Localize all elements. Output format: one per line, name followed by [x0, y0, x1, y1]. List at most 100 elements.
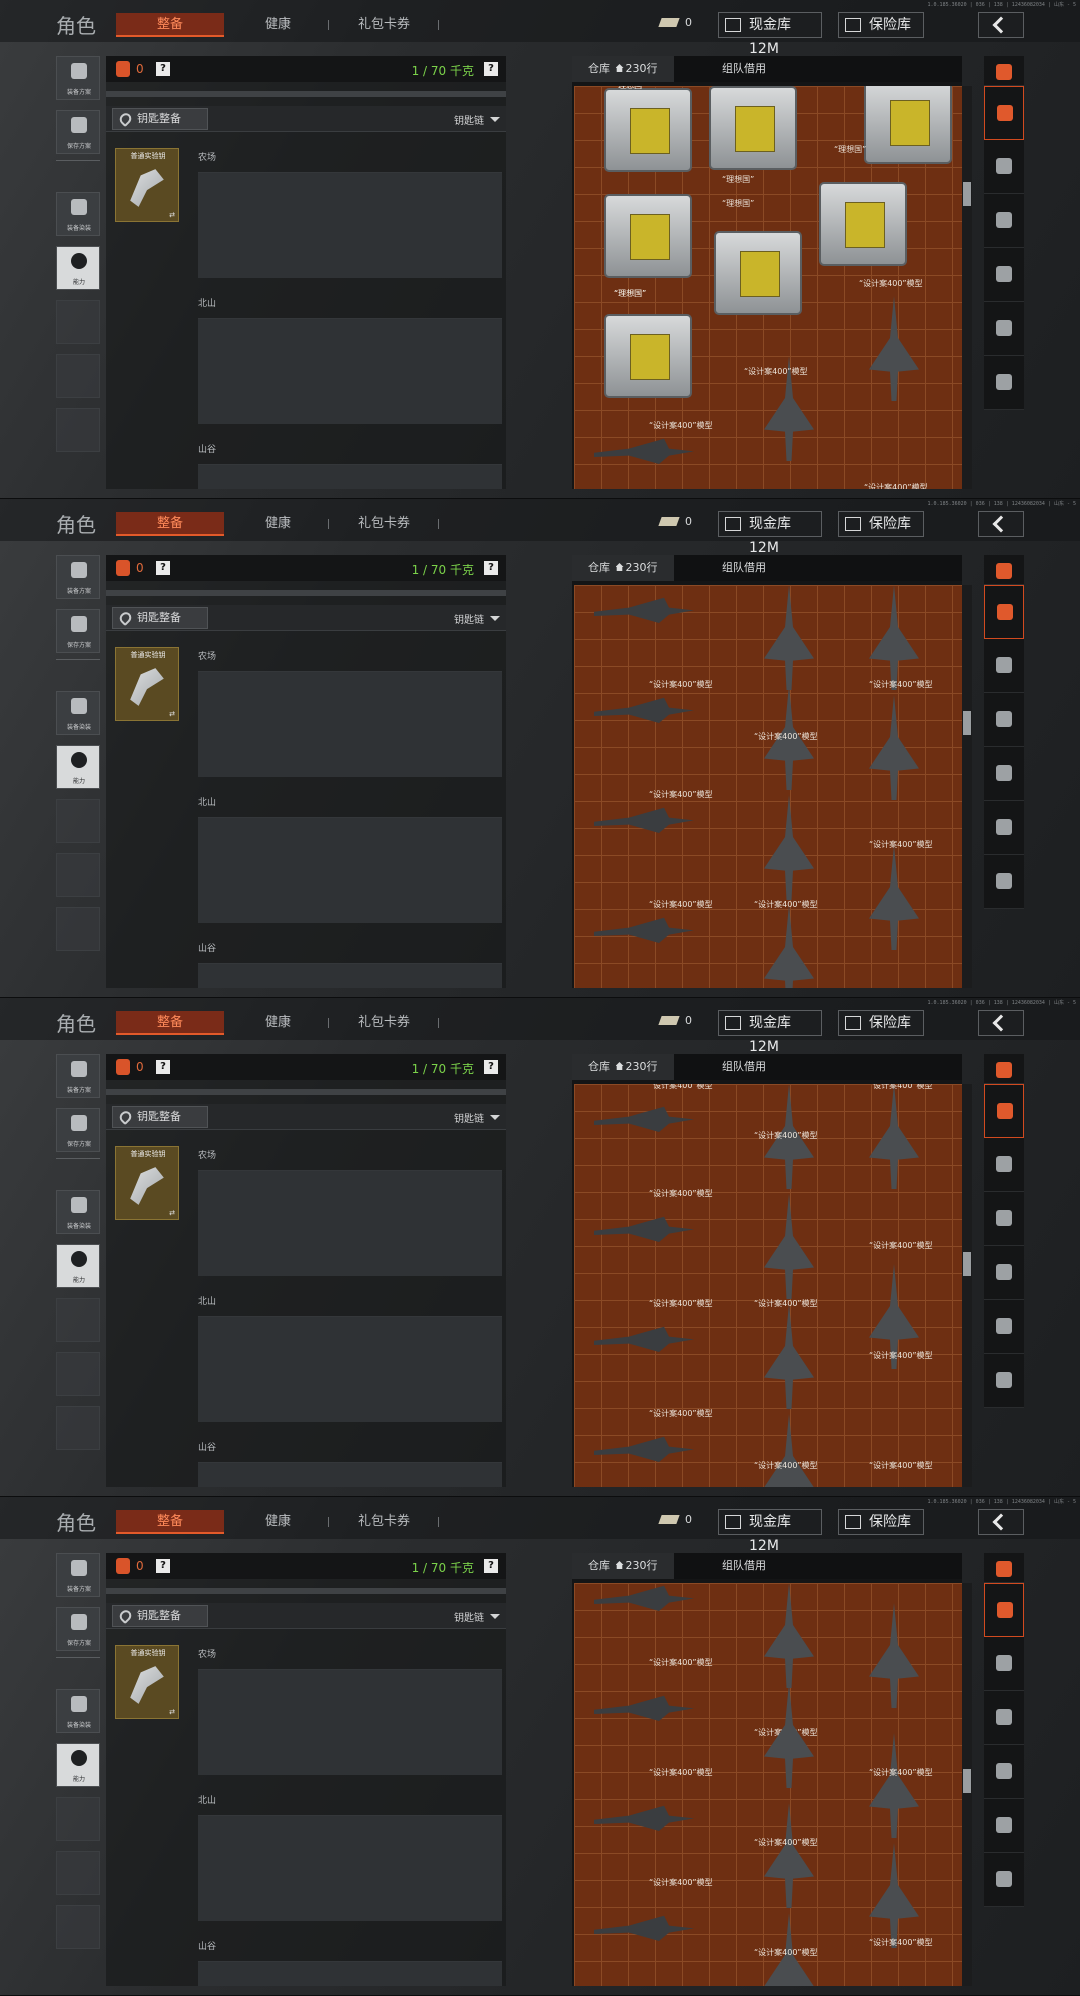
tab-category-misc[interactable] [984, 1853, 1024, 1907]
keychain-dropdown[interactable]: 钥匙链 [454, 611, 500, 626]
tab-gift-cards[interactable]: 礼包卡券 [358, 1011, 410, 1035]
weight-help-icon[interactable]: ? [484, 62, 498, 76]
loadout-plan-button[interactable]: 装备方案 [56, 555, 100, 599]
tab-all-categories[interactable] [984, 555, 1024, 585]
tab-category-ammo[interactable] [984, 747, 1024, 801]
inventory-scrollbar[interactable] [962, 585, 972, 988]
tab-team-borrow[interactable]: 组队借用 [722, 1553, 766, 1579]
help-icon[interactable]: ? [156, 561, 170, 575]
back-button[interactable] [978, 1010, 1024, 1036]
tab-warehouse[interactable]: 仓库 230行 [572, 56, 674, 82]
key-equip-button[interactable]: 钥匙整备 [112, 607, 208, 629]
tab-category-consumables[interactable] [984, 302, 1024, 356]
inventory-grid[interactable]: “设计案400”模型 “设计案400”模型 “设计案400”模型 “设计案400”模型… [574, 1084, 962, 1487]
tab-category-bags[interactable] [984, 86, 1024, 140]
key-equip-button[interactable]: 钥匙整备 [112, 1605, 208, 1627]
item-supply-crate[interactable] [604, 314, 692, 398]
tab-equip[interactable]: 整备 [116, 1510, 224, 1534]
tab-warehouse[interactable]: 仓库 230行 [572, 1553, 674, 1579]
weight-help-icon[interactable]: ? [484, 1559, 498, 1573]
item-supply-crate[interactable] [709, 86, 797, 170]
ability-button[interactable]: 能力 [56, 745, 100, 789]
help-icon[interactable]: ? [156, 62, 170, 76]
cash-vault-button[interactable]: 现金库 12M [718, 1509, 822, 1554]
tab-gift-cards[interactable]: 礼包卡券 [358, 512, 410, 536]
tab-category-consumables[interactable] [984, 1799, 1024, 1853]
inventory-scrollbar[interactable] [962, 1583, 972, 1986]
key-equip-button[interactable]: 钥匙整备 [112, 1106, 208, 1128]
cash-vault-button[interactable]: 现金库 12M [718, 511, 822, 556]
tab-category-armor[interactable] [984, 1138, 1024, 1192]
safe-button[interactable]: 保险库 [838, 1010, 924, 1036]
safe-button[interactable]: 保险库 [838, 1509, 924, 1535]
safe-button[interactable]: 保险库 [838, 511, 924, 537]
safe-button[interactable]: 保险库 [838, 12, 924, 38]
tab-category-ammo[interactable] [984, 248, 1024, 302]
save-plan-button[interactable]: 保存方案 [56, 1607, 100, 1651]
tab-all-categories[interactable] [984, 1054, 1024, 1084]
tab-team-borrow[interactable]: 组队借用 [722, 56, 766, 82]
tab-category-misc[interactable] [984, 356, 1024, 410]
tab-health[interactable]: 健康 [265, 1011, 291, 1035]
item-supply-crate[interactable] [604, 88, 692, 172]
tab-equip[interactable]: 整备 [116, 512, 224, 536]
tab-health[interactable]: 健康 [265, 512, 291, 536]
tab-team-borrow[interactable]: 组队借用 [722, 1054, 766, 1080]
inventory-grid[interactable]: “理想国”“理想国”“理想国”“理想国”“理想国”“理想国”“理想国”“设计案4… [574, 86, 962, 489]
loadout-plan-button[interactable]: 装备方案 [56, 56, 100, 100]
loadout-plan-button[interactable]: 装备方案 [56, 1553, 100, 1597]
tab-category-misc[interactable] [984, 855, 1024, 909]
scroll-thumb[interactable] [963, 1769, 971, 1793]
tab-category-armor[interactable] [984, 140, 1024, 194]
item-supply-crate[interactable] [604, 194, 692, 278]
tab-category-bags[interactable] [984, 1084, 1024, 1138]
keychain-dropdown[interactable]: 钥匙链 [454, 112, 500, 127]
key-item[interactable]: 普通实验钥 ⇄ [115, 148, 179, 222]
item-supply-crate[interactable] [819, 182, 907, 266]
tab-category-armor[interactable] [984, 639, 1024, 693]
cash-vault-button[interactable]: 现金库 12M [718, 12, 822, 57]
ability-button[interactable]: 能力 [56, 1244, 100, 1288]
skin-button[interactable]: 装备染装 [56, 691, 100, 735]
tab-category-ammo[interactable] [984, 1246, 1024, 1300]
ability-button[interactable]: 能力 [56, 246, 100, 290]
back-button[interactable] [978, 511, 1024, 537]
save-plan-button[interactable]: 保存方案 [56, 110, 100, 154]
tab-equip[interactable]: 整备 [116, 1011, 224, 1035]
tab-category-rifles[interactable] [984, 693, 1024, 747]
tab-team-borrow[interactable]: 组队借用 [722, 555, 766, 581]
inventory-scrollbar[interactable] [962, 86, 972, 489]
tab-category-bags[interactable] [984, 1583, 1024, 1637]
inventory-grid[interactable]: “设计案400”模型 “设计案400”模型 “设计案400”模型 “设计案400”模型… [574, 1583, 962, 1986]
cash-vault-button[interactable]: 现金库 12M [718, 1010, 822, 1055]
item-supply-crate[interactable] [864, 86, 952, 164]
scroll-thumb[interactable] [963, 182, 971, 206]
tab-category-ammo[interactable] [984, 1745, 1024, 1799]
key-item[interactable]: 普通实验钥 ⇄ [115, 647, 179, 721]
tab-gift-cards[interactable]: 礼包卡券 [358, 13, 410, 37]
back-button[interactable] [978, 12, 1024, 38]
tab-category-rifles[interactable] [984, 194, 1024, 248]
tab-category-rifles[interactable] [984, 1192, 1024, 1246]
tab-category-armor[interactable] [984, 1637, 1024, 1691]
tab-category-consumables[interactable] [984, 1300, 1024, 1354]
help-icon[interactable]: ? [156, 1559, 170, 1573]
key-equip-button[interactable]: 钥匙整备 [112, 108, 208, 130]
save-plan-button[interactable]: 保存方案 [56, 609, 100, 653]
save-plan-button[interactable]: 保存方案 [56, 1108, 100, 1152]
tab-category-consumables[interactable] [984, 801, 1024, 855]
skin-button[interactable]: 装备染装 [56, 192, 100, 236]
inventory-scrollbar[interactable] [962, 1084, 972, 1487]
skin-button[interactable]: 装备染装 [56, 1190, 100, 1234]
key-item[interactable]: 普通实验钥 ⇄ [115, 1645, 179, 1719]
weight-help-icon[interactable]: ? [484, 561, 498, 575]
tab-category-misc[interactable] [984, 1354, 1024, 1408]
back-button[interactable] [978, 1509, 1024, 1535]
loadout-plan-button[interactable]: 装备方案 [56, 1054, 100, 1098]
tab-all-categories[interactable] [984, 56, 1024, 86]
tab-category-rifles[interactable] [984, 1691, 1024, 1745]
item-supply-crate[interactable] [714, 231, 802, 315]
ability-button[interactable]: 能力 [56, 1743, 100, 1787]
scroll-thumb[interactable] [963, 1252, 971, 1276]
tab-gift-cards[interactable]: 礼包卡券 [358, 1510, 410, 1534]
